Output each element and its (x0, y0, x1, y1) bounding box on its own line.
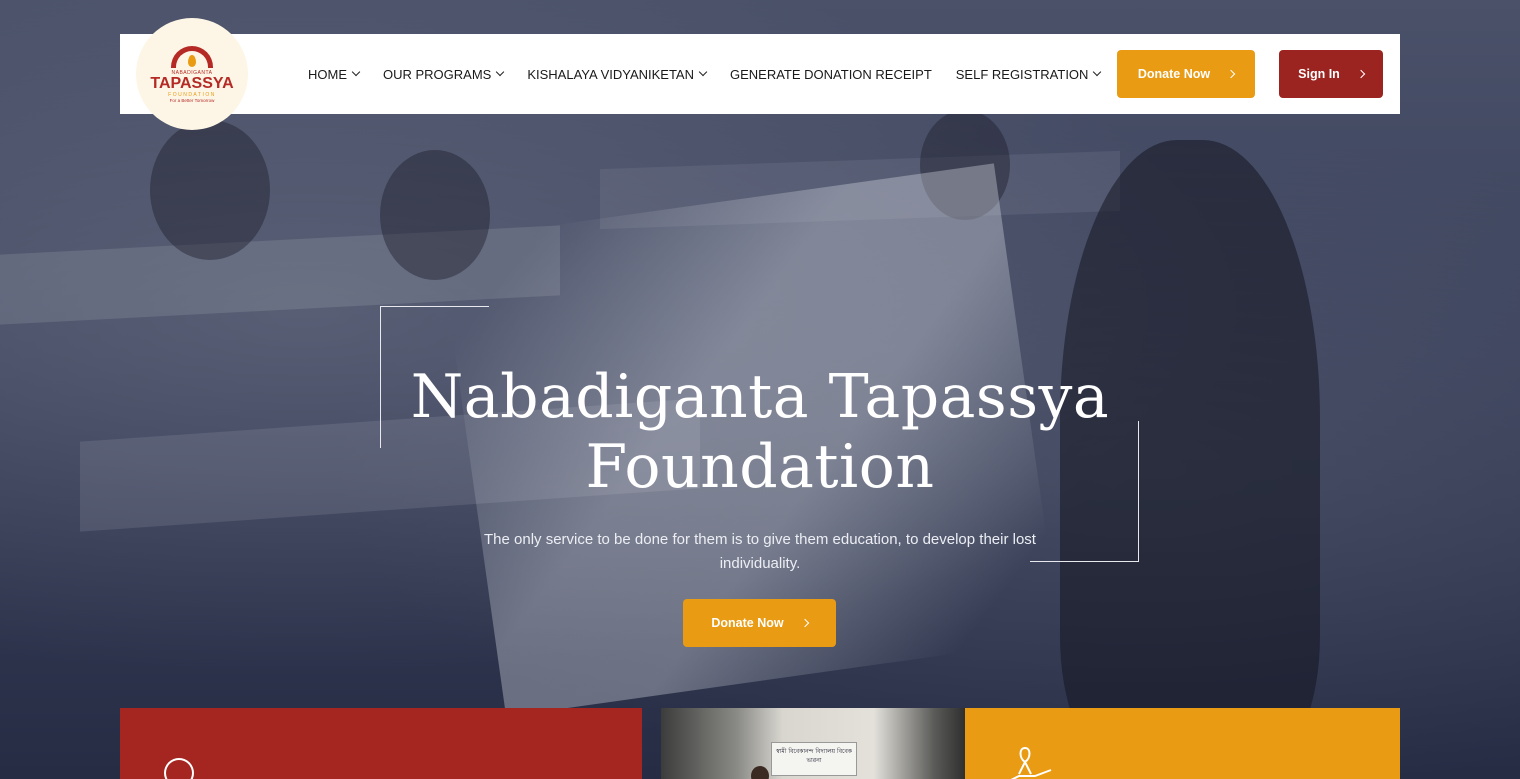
nav-item-label: SELF REGISTRATION (955, 66, 1089, 82)
target-icon (164, 758, 194, 779)
donate-button-label: Donate Now (711, 616, 784, 630)
header-donate-button[interactable]: Donate Now (1117, 50, 1255, 98)
nav-item-generate-donation-receipt[interactable]: GENERATE DONATION RECEIPT (730, 67, 932, 82)
photo-sign: স্বামী বিবেকানন্দ বিদ্যালয় বিবেক ভাৱনা (771, 742, 857, 776)
chevron-right-icon (1356, 69, 1366, 79)
ribbon-hand-icon (1010, 747, 1052, 779)
nav-item-label: OUR PROGRAMS (383, 66, 492, 82)
chevron-down-icon (496, 67, 505, 77)
hero-subtitle: The only service to be done for them is … (484, 531, 1036, 572)
nav-item-kishalaya-vidyaniketan[interactable]: KISHALAYA VIDYANIKETAN (527, 66, 708, 82)
nav-item-home[interactable]: HOME (308, 66, 361, 82)
hero-title: Nabadiganta Tapassya Foundation (410, 362, 1110, 502)
chevron-down-icon (698, 67, 708, 77)
feature-card-photo: স্বামী বিবেকানন্দ বিদ্যালয় বিবেক ভাৱনা (661, 708, 965, 779)
feature-card-yellow (965, 708, 1400, 779)
chevron-down-icon (1093, 67, 1102, 77)
photo-person (751, 766, 769, 779)
nav-item-label: KISHALAYA VIDYANIKETAN (527, 66, 694, 82)
background-student (150, 120, 270, 260)
nav-item-label: HOME (308, 66, 347, 82)
main-nav: HOME OUR PROGRAMS KISHALAYA VIDYANIKETAN… (308, 34, 1124, 114)
logo-tagline: For a Better Tomorrow (169, 97, 215, 103)
nav-item-self-registration[interactable]: SELF REGISTRATION (955, 66, 1102, 82)
sign-in-button-label: Sign In (1298, 67, 1340, 81)
feature-card-red (120, 708, 642, 779)
nav-item-label: GENERATE DONATION RECEIPT (730, 66, 932, 82)
hero-donate-button[interactable]: Donate Now (683, 599, 836, 647)
nav-item-our-programs[interactable]: OUR PROGRAMS (383, 66, 505, 82)
logo-main-text: TAPASSYA (150, 74, 234, 92)
donate-button-label: Donate Now (1137, 67, 1211, 81)
logo-lamp-icon (171, 45, 213, 68)
chevron-right-icon (1226, 69, 1236, 79)
chevron-down-icon (351, 67, 361, 77)
site-logo[interactable]: NABADIGANTA TAPASSYA FOUNDATION For a Be… (136, 18, 248, 130)
chevron-right-icon (800, 618, 809, 628)
site-header: NABADIGANTA TAPASSYA FOUNDATION For a Be… (120, 18, 1400, 130)
sign-in-button[interactable]: Sign In (1279, 50, 1383, 98)
